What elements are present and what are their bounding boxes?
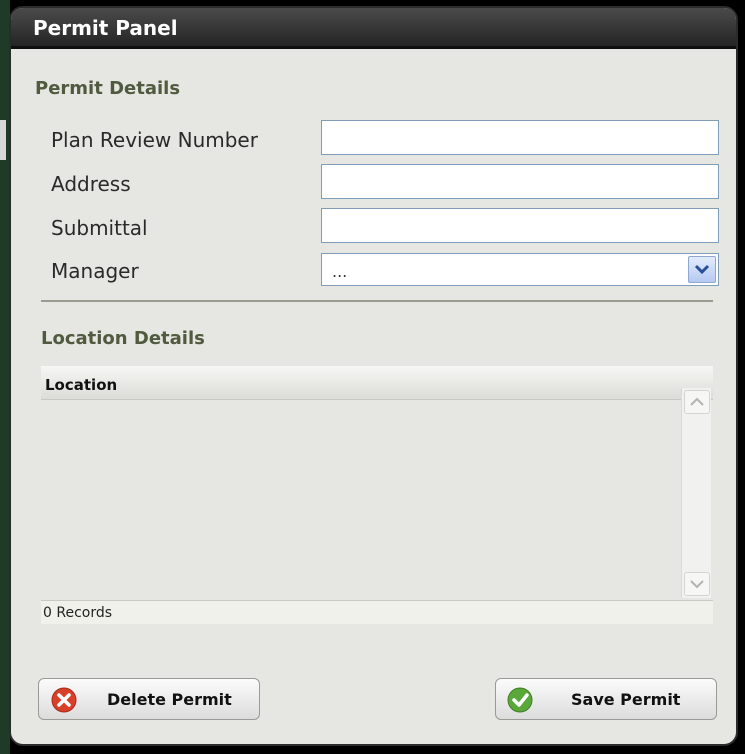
panel-title: Permit Panel — [33, 16, 178, 40]
address-input[interactable] — [321, 164, 719, 199]
location-details-heading: Location Details — [41, 328, 205, 349]
save-permit-label: Save Permit — [571, 690, 681, 709]
plan-review-number-input[interactable] — [321, 120, 719, 155]
permit-panel: Permit Panel Permit Details Plan Review … — [9, 6, 738, 746]
title-bar[interactable]: Permit Panel — [11, 8, 736, 49]
location-grid-footer: 0 Records — [41, 600, 713, 624]
manager-label: Manager — [51, 259, 139, 283]
chevron-down-icon — [690, 580, 704, 589]
location-grid: Location 0 Records — [41, 366, 713, 624]
plan-review-number-label: Plan Review Number — [51, 128, 258, 152]
scroll-down-button[interactable] — [684, 572, 710, 596]
location-column-header[interactable]: Location — [41, 366, 713, 400]
save-permit-button[interactable]: Save Permit — [495, 678, 717, 720]
record-count: 0 Records — [43, 605, 113, 621]
delete-permit-button[interactable]: Delete Permit — [38, 678, 260, 720]
scroll-up-button[interactable] — [684, 390, 710, 414]
manager-selected-value: ... — [332, 262, 348, 281]
section-divider — [41, 300, 713, 302]
delete-permit-label: Delete Permit — [107, 690, 232, 709]
location-grid-scrollbar[interactable] — [681, 388, 711, 598]
x-circle-icon — [51, 687, 77, 713]
location-column-label: Location — [45, 376, 118, 394]
background-left-fragment — [0, 120, 6, 160]
manager-dropdown-button[interactable] — [688, 256, 716, 283]
address-label: Address — [51, 172, 131, 196]
chevron-up-icon — [690, 397, 704, 406]
chevron-down-icon — [694, 264, 710, 275]
permit-details-heading: Permit Details — [35, 78, 181, 99]
submittal-input[interactable] — [321, 208, 719, 243]
manager-dropdown[interactable]: ... — [321, 253, 719, 286]
submittal-label: Submittal — [51, 216, 148, 240]
check-circle-icon — [507, 687, 533, 713]
